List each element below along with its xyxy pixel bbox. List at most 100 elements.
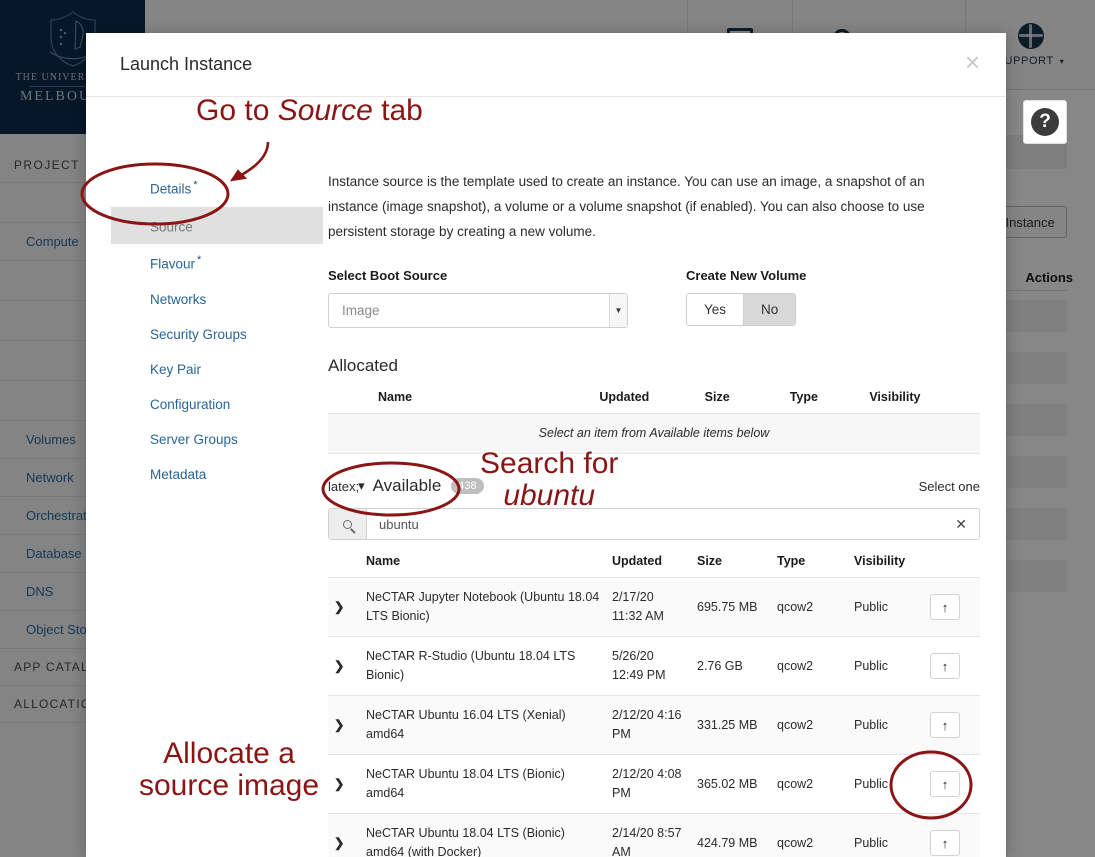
modal-title: Launch Instance: [120, 54, 253, 74]
search-input[interactable]: ubuntu: [367, 517, 419, 532]
available-count-badge: 438: [451, 478, 484, 494]
help-button[interactable]: ?: [1023, 100, 1067, 144]
arrow-up-icon[interactable]: ↑: [930, 712, 960, 738]
row-expand-icon[interactable]: ❯: [328, 636, 360, 696]
tab-details-label: Details: [150, 181, 192, 197]
allocated-header-row: Name Updated Size Type Visibility: [328, 384, 980, 414]
row-expand-icon[interactable]: ❯: [328, 813, 360, 857]
allocated-th-action: [926, 384, 980, 414]
row-type: qcow2: [771, 754, 848, 814]
row-size: 2.76 GB: [691, 636, 771, 696]
tab-networks[interactable]: Networks: [111, 282, 323, 317]
boot-source-select[interactable]: Image ▼: [328, 293, 628, 328]
tab-details[interactable]: Details *: [111, 169, 323, 207]
table-row[interactable]: ❯ NeCTAR Ubuntu 18.04 LTS (Bionic) amd64…: [328, 813, 980, 857]
row-action: ↑: [924, 695, 980, 755]
boot-source-value: Image: [342, 303, 380, 318]
tab-networks-label: Networks: [150, 291, 207, 307]
screenshot-root: THE UNIVERSITY OF MELBOURNE ▾ ▾ SUPPORT …: [0, 0, 1095, 857]
tab-key-pair[interactable]: Key Pair: [111, 352, 323, 387]
tab-metadata[interactable]: Metadata: [111, 457, 323, 492]
chevron-down-icon[interactable]: latex;: [328, 479, 359, 494]
table-row[interactable]: ❯ NeCTAR Ubuntu 18.04 LTS (Bionic) amd64…: [328, 754, 980, 814]
available-th-updated[interactable]: Updated: [606, 548, 691, 578]
row-expand-icon[interactable]: ❯: [328, 754, 360, 814]
row-updated: 2/12/20 4:08 PM: [606, 754, 691, 814]
source-description: Instance source is the template used to …: [328, 174, 925, 239]
modal-header: Launch Instance ×: [86, 33, 1006, 96]
tab-security-groups[interactable]: Security Groups: [111, 317, 323, 352]
tab-server-groups-label: Server Groups: [150, 431, 238, 447]
row-expand-icon[interactable]: ❯: [328, 577, 360, 637]
available-th-type[interactable]: Type: [771, 548, 848, 578]
row-size: 331.25 MB: [691, 695, 771, 755]
row-expand-icon[interactable]: ❯: [328, 695, 360, 755]
boot-source-field: Select Boot Source Image ▼: [328, 268, 658, 328]
table-row[interactable]: ❯ NeCTAR R-Studio (Ubuntu 18.04 LTS Bion…: [328, 636, 980, 696]
arrow-up-icon[interactable]: ↑: [930, 594, 960, 620]
create-volume-toggle: Yes No: [686, 293, 797, 326]
row-type: qcow2: [771, 695, 848, 755]
clear-icon[interactable]: ✕: [955, 516, 967, 533]
create-volume-label: Create New Volume: [686, 268, 807, 283]
row-type: qcow2: [771, 636, 848, 696]
boot-source-label: Select Boot Source: [328, 268, 448, 283]
question-mark-icon: ?: [1031, 108, 1059, 136]
allocated-th-updated[interactable]: Updated: [593, 384, 699, 414]
tab-metadata-label: Metadata: [150, 466, 207, 482]
available-th-name[interactable]: Name: [360, 548, 606, 578]
arrow-up-icon[interactable]: ↑: [930, 653, 960, 679]
row-name: NeCTAR R-Studio (Ubuntu 18.04 LTS Bionic…: [360, 636, 606, 696]
row-action: ↑: [924, 577, 980, 637]
row-updated: 2/17/20 11:32 AM: [606, 577, 691, 637]
available-search[interactable]: ubuntu ✕: [328, 508, 980, 540]
allocated-table: Name Updated Size Type Visibility Select…: [328, 384, 980, 454]
source-fields-row: Select Boot Source Image ▼ Create New Vo…: [328, 268, 980, 328]
modal-tab-list: Details * Source * Flavour * Networks Secur…: [111, 169, 323, 492]
tab-source[interactable]: Source *: [111, 206, 323, 244]
available-rows: ❯ NeCTAR Jupyter Notebook (Ubuntu 18.04 …: [328, 577, 980, 857]
row-name: NeCTAR Ubuntu 18.04 LTS (Bionic) amd64: [360, 754, 606, 814]
search-icon[interactable]: [329, 509, 367, 539]
chevron-down-icon[interactable]: ▼: [609, 294, 627, 327]
row-updated: 2/12/20 4:16 PM: [606, 695, 691, 755]
create-volume-no[interactable]: No: [743, 294, 796, 325]
row-action: ↑: [924, 754, 980, 814]
allocated-th-size[interactable]: Size: [698, 384, 784, 414]
row-visibility: Public: [848, 636, 924, 696]
row-type: qcow2: [771, 577, 848, 637]
row-name: NeCTAR Ubuntu 16.04 LTS (Xenial) amd64: [360, 695, 606, 755]
row-size: 365.02 MB: [691, 754, 771, 814]
available-header-row: Name Updated Size Type Visibility: [328, 548, 980, 578]
close-icon[interactable]: ×: [965, 49, 980, 75]
available-title: Available: [372, 476, 442, 495]
row-action: ↑: [924, 636, 980, 696]
table-row[interactable]: ❯ NeCTAR Jupyter Notebook (Ubuntu 18.04 …: [328, 577, 980, 637]
available-th-action: [924, 548, 980, 578]
allocated-th-type[interactable]: Type: [783, 384, 864, 414]
create-volume-yes[interactable]: Yes: [687, 294, 744, 325]
tab-flavour[interactable]: Flavour *: [111, 244, 323, 282]
allocated-empty-message: Select an item from Available items belo…: [328, 413, 980, 454]
available-collapse-icon[interactable]: ▾: [358, 478, 365, 494]
tab-configuration[interactable]: Configuration: [111, 387, 323, 422]
tab-server-groups[interactable]: Server Groups: [111, 422, 323, 457]
available-th-visibility[interactable]: Visibility: [848, 548, 924, 578]
table-row[interactable]: ❯ NeCTAR Ubuntu 16.04 LTS (Xenial) amd64…: [328, 695, 980, 755]
row-size: 695.75 MB: [691, 577, 771, 637]
row-visibility: Public: [848, 813, 924, 857]
available-th-size[interactable]: Size: [691, 548, 771, 578]
select-one-hint: Select one: [918, 478, 980, 494]
row-size: 424.79 MB: [691, 813, 771, 857]
modal-body: Details * Source * Flavour * Networks Secur…: [86, 97, 1006, 857]
tab-configuration-label: Configuration: [150, 396, 231, 412]
tab-security-groups-label: Security Groups: [150, 326, 247, 342]
arrow-up-icon[interactable]: ↑: [930, 771, 960, 797]
arrow-up-icon[interactable]: ↑: [930, 830, 960, 856]
allocated-th-visibility[interactable]: Visibility: [863, 384, 927, 414]
row-visibility: Public: [848, 695, 924, 755]
row-type: qcow2: [771, 813, 848, 857]
required-asterisk-icon: *: [194, 216, 200, 229]
allocated-th-name[interactable]: Name: [372, 384, 594, 414]
row-updated: 2/14/20 8:57 AM: [606, 813, 691, 857]
